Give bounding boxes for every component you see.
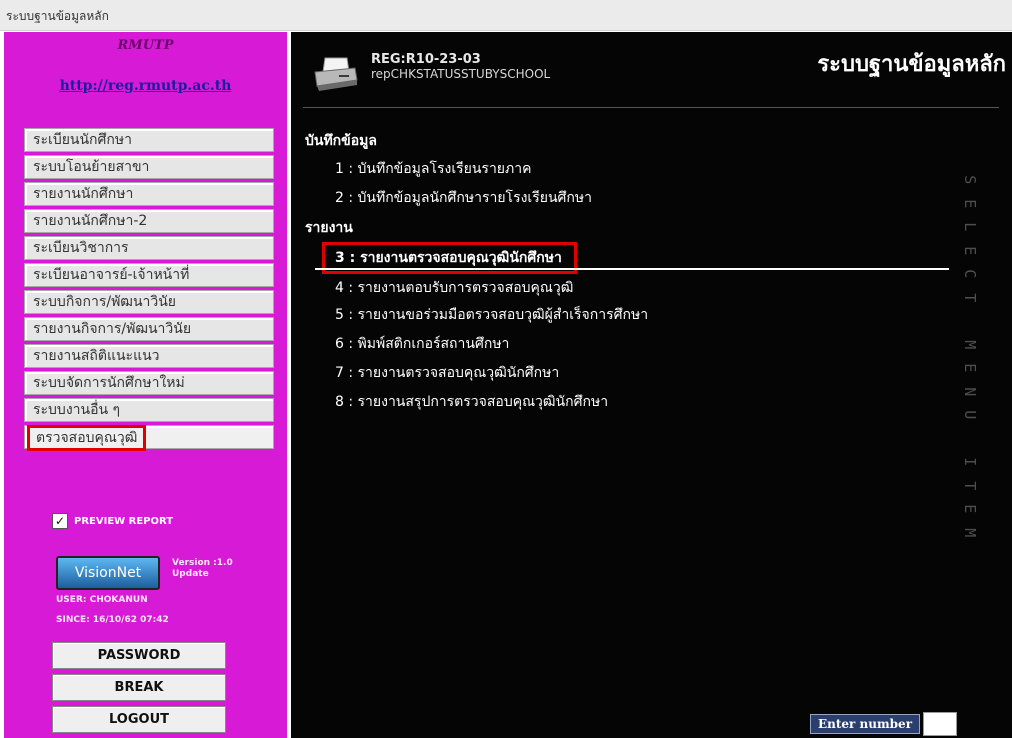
menu-affairs-report[interactable]: รายงานกิจการ/พัฒนาวินัย <box>24 317 274 341</box>
user-label: USER: CHOKANUN <box>56 595 148 605</box>
header-divider <box>303 107 999 108</box>
logout-button[interactable]: LOGOUT <box>52 706 226 733</box>
org-name: RMUTP <box>117 38 174 53</box>
report-name: repCHKSTATUSSTUBYSCHOOL <box>371 67 551 81</box>
preview-report-checkbox[interactable]: ✓ <box>52 513 68 529</box>
menu-student-report[interactable]: รายงานนักศึกษา <box>24 182 274 206</box>
menu-transfer-major[interactable]: ระบบโอนย้ายสาขา <box>24 155 274 179</box>
vertical-letter: M <box>960 527 979 537</box>
section-record-title: บันทึกข้อมูล <box>305 133 377 149</box>
version-info: Version :1.0 Update <box>172 558 233 580</box>
option-6[interactable]: 6 : พิมพ์สติกเกอร์สถานศึกษา <box>335 333 509 355</box>
main-title: ระบบฐานข้อมูลหลัก <box>817 52 1006 77</box>
section-report-title: รายงาน <box>305 220 353 236</box>
break-button[interactable]: BREAK <box>52 674 226 701</box>
website-link[interactable]: http://reg.rmutp.ac.th <box>4 78 287 94</box>
visionnet-logo: VisionNet <box>56 556 160 590</box>
select-menu-item-vertical-text: S E L E C T M E N U I T E M <box>956 168 982 544</box>
vertical-letter: E <box>960 245 979 255</box>
preview-report-label: PREVIEW REPORT <box>74 515 174 527</box>
password-button[interactable]: PASSWORD <box>52 642 226 669</box>
enter-number-input[interactable] <box>923 712 957 736</box>
vertical-letter: L <box>960 222 979 232</box>
sidebar: RMUTP http://reg.rmutp.ac.th ระเบียนนักศ… <box>4 32 287 738</box>
sidebar-menu: ระเบียนนักศึกษา ระบบโอนย้ายสาขา รายงานนั… <box>24 128 274 452</box>
vertical-letter: E <box>960 363 979 373</box>
vertical-letter <box>957 425 981 451</box>
vertical-letter: I <box>960 457 979 467</box>
option-1[interactable]: 1 : บันทึกข้อมูลโรงเรียนรายภาค <box>335 158 531 180</box>
main-panel: REG:R10-23-03 repCHKSTATUSSTUBYSCHOOL ระ… <box>291 32 1012 738</box>
menu-new-student-system[interactable]: ระบบจัดการนักศึกษาใหม่ <box>24 371 274 395</box>
window-title: ระบบฐานข้อมูลหลัก <box>6 9 109 23</box>
enter-number-label: Enter number <box>810 714 920 734</box>
vertical-letter: C <box>960 269 979 279</box>
vertical-letter: E <box>960 504 979 514</box>
selection-underline <box>315 268 949 270</box>
vertical-letter: T <box>960 292 979 302</box>
update-line: Update <box>172 569 209 579</box>
menu-check-qualification-label: ตรวจสอบคุณวุฒิ <box>27 425 147 451</box>
option-5[interactable]: 5 : รายงานขอร่วมมือตรวจสอบวุฒิผู้สำเร็จก… <box>335 304 648 326</box>
vertical-letter: S <box>960 175 979 185</box>
vertical-letter <box>957 308 981 334</box>
option-7[interactable]: 7 : รายงานตรวจสอบคุณวุฒินักศึกษา <box>335 362 559 384</box>
version-line: Version :1.0 <box>172 558 233 568</box>
menu-student-records[interactable]: ระเบียนนักศึกษา <box>24 128 274 152</box>
menu-other-systems[interactable]: ระบบงานอื่น ๆ <box>24 398 274 422</box>
option-2[interactable]: 2 : บันทึกข้อมูลนักศึกษารายโรงเรียนศึกษา <box>335 187 592 209</box>
menu-student-report-2[interactable]: รายงานนักศึกษา-2 <box>24 209 274 233</box>
printer-icon <box>314 57 358 91</box>
menu-academic-records[interactable]: ระเบียนวิชาการ <box>24 236 274 260</box>
vertical-letter: U <box>960 410 979 420</box>
menu-check-qualification[interactable]: ตรวจสอบคุณวุฒิ <box>24 425 274 451</box>
menu-affairs-system[interactable]: ระบบกิจการ/พัฒนาวินัย <box>24 290 274 314</box>
vertical-letter: T <box>960 480 979 490</box>
vertical-letter: E <box>960 198 979 208</box>
option-8[interactable]: 8 : รายงานสรุปการตรวจสอบคุณวุฒินักศึกษา <box>335 391 608 413</box>
since-label: SINCE: 16/10/62 07:42 <box>56 615 169 625</box>
title-bar: ระบบฐานข้อมูลหลัก <box>0 0 1012 31</box>
option-4[interactable]: 4 : รายงานตอบรับการตรวจสอบคุณวุฒิ <box>335 277 573 299</box>
preview-report-toggle[interactable]: ✓ PREVIEW REPORT <box>52 512 173 530</box>
menu-guidance-stats[interactable]: รายงานสถิติแนะแนว <box>24 344 274 368</box>
vertical-letter: N <box>960 386 979 396</box>
report-code: REG:R10-23-03 <box>371 52 481 67</box>
menu-staff-records[interactable]: ระเบียนอาจารย์-เจ้าหน้าที่ <box>24 263 274 287</box>
vertical-letter: M <box>960 339 979 349</box>
